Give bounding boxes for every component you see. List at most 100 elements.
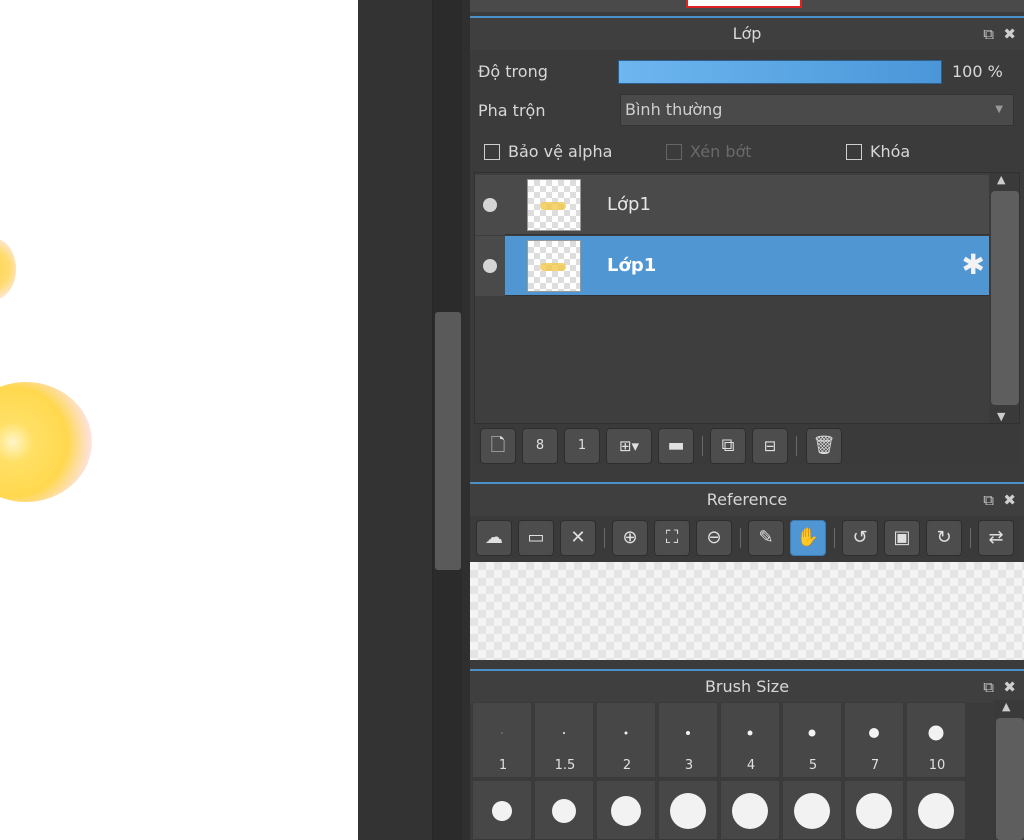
brush-size-cell[interactable]: 1.5 — [534, 702, 594, 778]
popout-icon[interactable]: ⧉ — [983, 484, 994, 516]
visibility-toggle[interactable] — [475, 175, 505, 235]
clipping-checkbox: Xén bớt — [666, 142, 752, 161]
opacity-slider[interactable] — [618, 60, 942, 84]
upload-icon[interactable]: ☁ — [476, 520, 512, 556]
clipping-label: Xén bớt — [690, 142, 752, 161]
new-8bit-layer-icon[interactable]: 8 — [522, 428, 558, 464]
lock-checkbox[interactable]: Khóa — [846, 142, 910, 161]
scrollbar-thumb[interactable] — [991, 191, 1019, 405]
visibility-toggle[interactable] — [475, 236, 505, 296]
fit-screen-icon[interactable]: ▣ — [884, 520, 920, 556]
blend-mode-value: Bình thường — [625, 100, 723, 119]
brush-size-cell[interactable] — [782, 780, 842, 840]
brush-size-label: 2 — [622, 758, 632, 773]
brush-size-cell[interactable]: 5 — [782, 702, 842, 778]
duplicate-layer-icon[interactable]: ⧉ — [710, 428, 746, 464]
brush-size-cell[interactable] — [906, 780, 966, 840]
new-layer-icon[interactable]: 🗋 — [480, 428, 516, 464]
zoom-out-icon[interactable]: ⊖ — [696, 520, 732, 556]
scroll-up-arrow-icon[interactable]: ▲ — [1002, 700, 1010, 713]
opacity-value: 100 % — [952, 62, 1003, 81]
brush-dot — [563, 732, 565, 734]
gear-icon[interactable]: ✱ — [962, 250, 985, 280]
layer-panel-title: Lớp — [732, 24, 762, 43]
close-icon[interactable]: ✖ — [1003, 484, 1016, 516]
brush-size-scrollbar[interactable]: ▲ — [994, 700, 1024, 840]
brush-size-cell[interactable] — [844, 780, 904, 840]
new-1bit-layer-icon[interactable]: 1 — [564, 428, 600, 464]
checkbox-box — [666, 143, 682, 160]
brush-size-label: 7 — [870, 758, 880, 773]
brush-size-label: 1.5 — [554, 758, 576, 773]
protect-alpha-checkbox[interactable]: Bảo vệ alpha — [484, 142, 612, 161]
brush-dot — [492, 801, 512, 821]
zoom-in-icon[interactable]: ⊕ — [612, 520, 648, 556]
popout-icon[interactable]: ⧉ — [983, 671, 994, 703]
brush-dot — [808, 729, 816, 737]
eye-icon[interactable] — [483, 198, 497, 212]
checkbox-box[interactable] — [484, 143, 500, 160]
brush-size-cell[interactable]: 1 — [472, 702, 532, 778]
brush-size-cell[interactable]: 10 — [906, 702, 966, 778]
protect-alpha-label: Bảo vệ alpha — [508, 142, 613, 161]
rotate-right-icon[interactable]: ↻ — [926, 520, 962, 556]
fit-icon[interactable]: ⛶ — [654, 520, 690, 556]
brush-size-cell[interactable]: 7 — [844, 702, 904, 778]
chevron-down-icon: ▼ — [995, 104, 1003, 115]
toolbar-separator — [740, 528, 741, 548]
brush-dot — [918, 793, 954, 829]
thumbnail-stroke — [540, 263, 566, 271]
reference-canvas[interactable] — [470, 562, 1024, 660]
add-layer-menu-icon[interactable]: ⊞▾ — [606, 428, 652, 464]
brush-size-cell[interactable] — [596, 780, 656, 840]
eye-icon[interactable] — [483, 259, 497, 273]
reference-toolbar: ☁ ▭ ✕ ⊕ ⛶ ⊖ ✎ ✋ ↺ ▣ ↻ ⇄ — [474, 516, 1020, 558]
blend-mode-select[interactable]: Bình thường ▼ — [620, 94, 1014, 126]
brush-dot — [747, 730, 753, 736]
close-icon[interactable]: ✖ — [1003, 671, 1016, 703]
checkbox-box[interactable] — [846, 143, 862, 160]
popout-icon[interactable]: ⧉ — [983, 18, 994, 50]
brush-size-cell[interactable]: 2 — [596, 702, 656, 778]
brush-size-panel-header: Brush Size ⧉ ✖ — [470, 669, 1024, 703]
layer-name: Lớp1 — [607, 255, 657, 276]
brush-size-cell[interactable] — [534, 780, 594, 840]
flip-icon[interactable]: ⇄ — [978, 520, 1014, 556]
brush-size-cell[interactable] — [720, 780, 780, 840]
scrollbar-thumb[interactable] — [996, 718, 1024, 840]
rotate-left-icon[interactable]: ↺ — [842, 520, 878, 556]
close-icon[interactable]: ✖ — [1003, 18, 1016, 50]
scroll-down-arrow-icon[interactable]: ▼ — [997, 410, 1005, 423]
layer-name: Lớp1 — [607, 194, 651, 215]
close-icon[interactable]: ✕ — [560, 520, 596, 556]
open-folder-icon[interactable]: ▭ — [518, 520, 554, 556]
layer-thumbnail — [527, 179, 581, 231]
trash-icon[interactable]: 🗑 — [806, 428, 842, 464]
hand-icon[interactable]: ✋ — [790, 520, 826, 556]
brush-size-label: 10 — [928, 758, 946, 773]
brush-dot — [794, 793, 830, 829]
layer-list[interactable]: Lớp1 Lớp1 ✱ ▲ ▼ — [474, 172, 1020, 424]
brush-size-label: 1 — [498, 758, 508, 773]
toolbar-separator — [604, 528, 605, 548]
panel-splitter[interactable] — [462, 0, 470, 840]
brush-size-cell[interactable] — [658, 780, 718, 840]
brush-size-cell[interactable]: 4 — [720, 702, 780, 778]
layer-list-scrollbar[interactable]: ▲ ▼ — [989, 173, 1019, 423]
brush-dot — [856, 793, 892, 829]
right-panel-dock: Lớp ⧉ ✖ Độ trong 100 % Pha trộn Bình thư… — [470, 0, 1024, 840]
brush-size-cell[interactable] — [472, 780, 532, 840]
folder-icon[interactable]: ▬ — [658, 428, 694, 464]
merge-layer-icon[interactable]: ⊟ — [752, 428, 788, 464]
canvas-vertical-scrollbar[interactable] — [432, 0, 462, 840]
layer-row[interactable]: Lớp1 — [475, 175, 989, 235]
reference-panel-header: Reference ⧉ ✖ — [470, 482, 1024, 516]
scroll-up-arrow-icon[interactable]: ▲ — [997, 173, 1005, 186]
blend-mode-label: Pha trộn — [478, 101, 546, 120]
eyedropper-icon[interactable]: ✎ — [748, 520, 784, 556]
scrollbar-thumb[interactable] — [435, 312, 461, 570]
brush-size-cell[interactable]: 3 — [658, 702, 718, 778]
layer-row-selected[interactable]: Lớp1 ✱ — [475, 236, 989, 296]
drawing-canvas[interactable] — [0, 0, 358, 840]
reference-panel-title: Reference — [706, 490, 788, 509]
